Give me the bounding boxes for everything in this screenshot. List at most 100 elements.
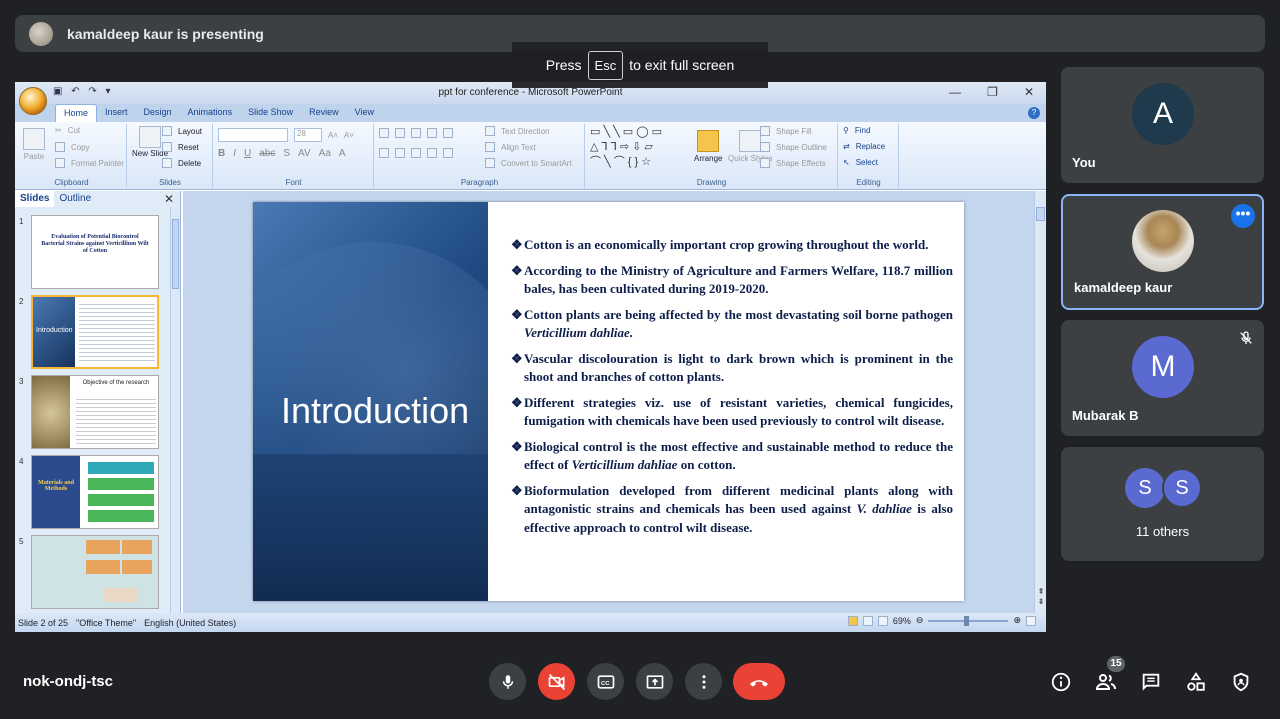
- justify-icon[interactable]: [427, 148, 437, 158]
- paste-button[interactable]: Paste: [23, 128, 45, 161]
- current-slide[interactable]: Introduction ❖ Cotton is an economically…: [253, 202, 964, 601]
- align-left-icon[interactable]: [379, 148, 389, 158]
- numbering-icon[interactable]: [395, 128, 405, 138]
- tab-home[interactable]: Home: [55, 104, 98, 122]
- zoom-in-icon[interactable]: ⊕: [1013, 615, 1021, 626]
- font-color-icon[interactable]: A: [339, 148, 346, 159]
- tab-design[interactable]: Design: [136, 104, 180, 122]
- arrange-button[interactable]: Arrange: [694, 130, 722, 163]
- editor-scrollbar[interactable]: ⇞ ⇟: [1034, 191, 1046, 613]
- align-right-icon[interactable]: [411, 148, 421, 158]
- find-button[interactable]: ⚲ Find: [843, 126, 870, 135]
- thumbnail-slide-1[interactable]: Evaluation of Potential Biocontrol Bacte…: [31, 215, 159, 289]
- columns-icon[interactable]: [443, 148, 453, 158]
- line-spacing-icon[interactable]: [443, 128, 453, 138]
- microphone-button[interactable]: [489, 663, 526, 700]
- text-direction-button[interactable]: Text Direction: [485, 126, 549, 136]
- char-spacing-icon[interactable]: AV: [298, 148, 311, 159]
- zoom-out-icon[interactable]: ⊖: [916, 615, 924, 626]
- people-button[interactable]: [1094, 670, 1118, 694]
- normal-view-icon[interactable]: [847, 615, 858, 626]
- shape-effects-button[interactable]: Shape Effects: [760, 158, 826, 168]
- close-icon[interactable]: ✕: [1024, 85, 1034, 99]
- strikethrough-icon[interactable]: abc: [259, 148, 275, 159]
- thumbnail-number: 4: [19, 457, 24, 466]
- increase-indent-icon[interactable]: [427, 128, 437, 138]
- thumbnail-slide-2[interactable]: Introduction: [31, 295, 159, 369]
- slide-show-icon[interactable]: [877, 615, 888, 626]
- restore-icon[interactable]: ❐: [987, 85, 998, 99]
- tab-animations[interactable]: Animations: [180, 104, 241, 122]
- meeting-details-button[interactable]: [1049, 670, 1073, 694]
- align-center-icon[interactable]: [395, 148, 405, 158]
- shape-outline-button[interactable]: Shape Outline: [760, 142, 827, 152]
- thumbnail-slide-4[interactable]: Materials and Methods: [31, 455, 159, 529]
- captions-button[interactable]: CC: [587, 663, 624, 700]
- tab-review[interactable]: Review: [301, 104, 347, 122]
- select-button[interactable]: ↖ Select: [843, 158, 878, 167]
- decrease-indent-icon[interactable]: [411, 128, 421, 138]
- replace-button[interactable]: ⇄ Replace: [843, 142, 885, 151]
- camera-button[interactable]: [538, 663, 575, 700]
- avatar: S: [1162, 468, 1202, 508]
- slide-sorter-icon[interactable]: [862, 615, 873, 626]
- italic-icon[interactable]: I: [233, 148, 236, 159]
- help-icon[interactable]: ?: [1028, 107, 1040, 119]
- host-controls-button[interactable]: [1229, 670, 1253, 694]
- copy-button[interactable]: Copy: [55, 142, 90, 152]
- hang-up-icon: [750, 679, 768, 686]
- microphone-icon: [502, 674, 513, 689]
- reset-button[interactable]: Reset: [162, 142, 199, 152]
- shadow-icon[interactable]: S: [283, 148, 290, 159]
- shrink-font-icon[interactable]: A˅: [344, 131, 354, 140]
- participant-tile-others[interactable]: S S 11 others: [1061, 447, 1264, 561]
- cut-button[interactable]: ✂ Cut: [55, 126, 80, 135]
- tab-insert[interactable]: Insert: [97, 104, 136, 122]
- more-options-icon[interactable]: •••: [1231, 204, 1255, 228]
- convert-smartart-button[interactable]: Convert to SmartArt: [485, 158, 572, 168]
- tab-view[interactable]: View: [347, 104, 382, 122]
- grow-font-icon[interactable]: A˄: [328, 131, 338, 140]
- layout-button[interactable]: Layout: [162, 126, 202, 136]
- shape-fill-button[interactable]: Shape Fill: [760, 126, 812, 136]
- participant-tile-you[interactable]: A You: [1061, 67, 1264, 183]
- next-slide-icon[interactable]: ⇟: [1035, 597, 1046, 607]
- zoom-level[interactable]: 69%: [893, 616, 911, 626]
- format-painter-button[interactable]: Format Painter: [55, 158, 124, 168]
- close-pane-icon[interactable]: ✕: [164, 192, 174, 206]
- slides-pane-scrollbar[interactable]: [170, 207, 180, 613]
- participant-tile-mubarak[interactable]: M Mubarak B: [1061, 320, 1264, 436]
- zoom-slider[interactable]: [928, 615, 1009, 626]
- scroll-thumb[interactable]: [172, 219, 179, 289]
- shapes-gallery[interactable]: ▭ ╲ ╲ ▭ ◯ ▭ △ ⅂ ⅂ ⇨ ⇩ ▱ ⌒ ╲ ⌒ { } ☆: [590, 126, 662, 169]
- participant-tile-kamaldeep[interactable]: ••• kamaldeep kaur: [1061, 194, 1264, 310]
- tab-slide-show[interactable]: Slide Show: [240, 104, 301, 122]
- office-button[interactable]: [19, 87, 47, 115]
- thumbnail-slide-5[interactable]: [31, 535, 159, 609]
- thumbnail-title: Evaluation of Potential Biocontrol Bacte…: [41, 234, 149, 254]
- previous-slide-icon[interactable]: ⇞: [1035, 587, 1046, 597]
- align-text-button[interactable]: Align Text: [485, 142, 536, 152]
- bullet-diamond-icon: ❖: [511, 482, 523, 498]
- font-size-input[interactable]: 28: [294, 128, 322, 142]
- bullet-diamond-icon: ❖: [511, 394, 523, 410]
- group-font: 28 A˄ A˅ B I U abc S AV Aa A Font: [214, 124, 374, 188]
- tab-slides[interactable]: Slides: [15, 191, 55, 207]
- chat-button[interactable]: [1139, 670, 1163, 694]
- change-case-icon[interactable]: Aa: [319, 148, 331, 159]
- delete-slide-button[interactable]: Delete: [162, 158, 201, 168]
- bullets-icon[interactable]: [379, 128, 389, 138]
- font-name-input[interactable]: [218, 128, 288, 142]
- more-options-button[interactable]: [685, 663, 722, 700]
- thumbnail-slide-3[interactable]: Objective of the research: [31, 375, 159, 449]
- bold-icon[interactable]: B: [218, 148, 225, 159]
- underline-icon[interactable]: U: [244, 148, 251, 159]
- present-button[interactable]: [636, 663, 673, 700]
- activities-button[interactable]: [1184, 670, 1208, 694]
- scroll-thumb[interactable]: [1036, 207, 1045, 221]
- minimize-icon[interactable]: —: [949, 85, 961, 99]
- fit-window-icon[interactable]: [1026, 615, 1036, 626]
- avatar: M: [1132, 336, 1194, 398]
- tab-outline[interactable]: Outline: [54, 191, 96, 207]
- end-call-button[interactable]: [733, 663, 785, 700]
